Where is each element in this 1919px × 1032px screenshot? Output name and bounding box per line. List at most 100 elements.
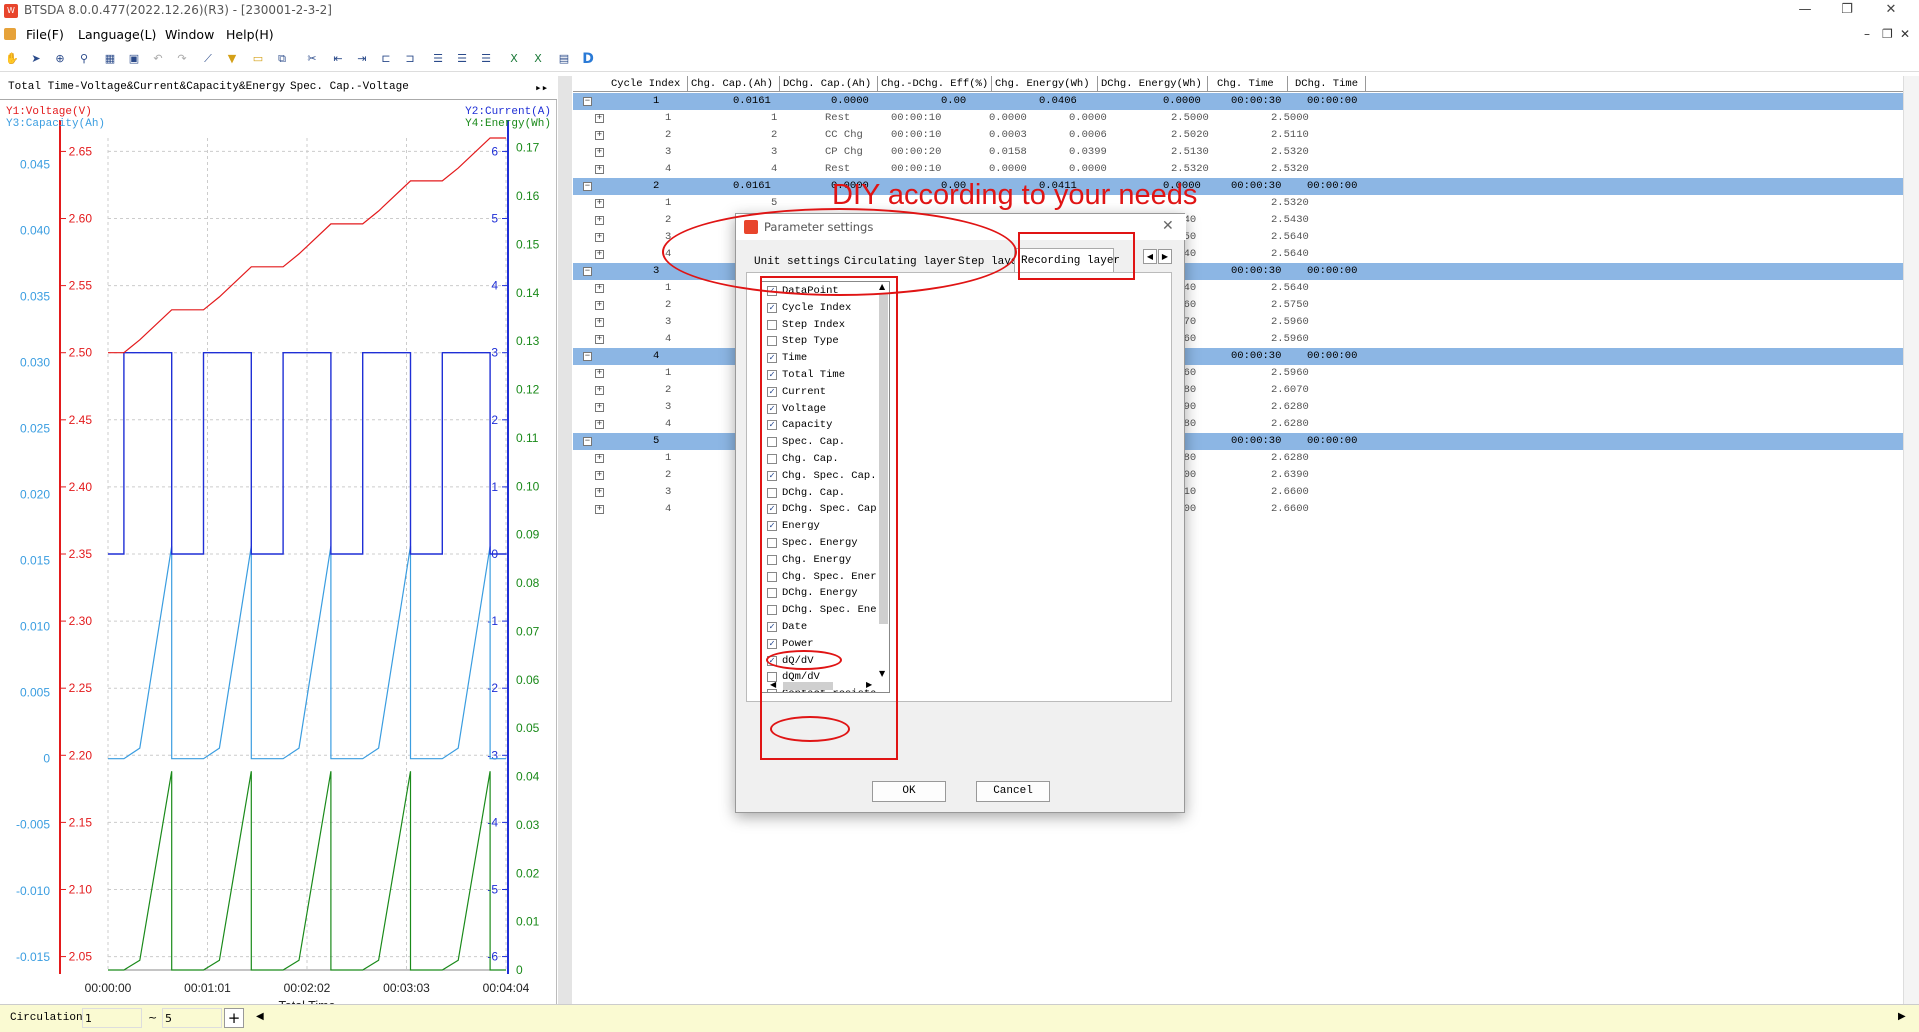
expand-icon[interactable]: + [595,471,604,480]
expand-icon[interactable]: + [595,301,604,310]
line-tool-icon[interactable]: ⟋ [200,51,216,67]
tabs-scroll-icon[interactable]: ▸▸ [535,81,548,95]
d-icon[interactable]: D [580,51,596,67]
col-chg-energy[interactable]: Chg. Energy(Wh) [995,78,1090,90]
col-cycle-index[interactable]: Cycle Index [611,78,680,90]
tab-spec-cap-voltage[interactable]: Spec. Cap.-Voltage [290,81,409,93]
cancel-button[interactable]: Cancel [976,781,1050,802]
pointer-icon[interactable]: ➤ [28,51,44,67]
y1-tick-label: 2.45 [69,413,93,427]
collapse-icon[interactable]: − [583,437,592,446]
copy-icon[interactable]: ⧉ [274,51,290,67]
expand-icon[interactable]: + [595,403,604,412]
cycle-next-icon[interactable]: ⊐ [402,51,418,67]
expand-icon[interactable]: + [595,114,604,123]
tab-scroll-left-icon[interactable]: ◀ [1143,249,1157,264]
filter-icon[interactable]: ▼ [224,51,240,67]
step-row[interactable]: +1 5 2.5320 [573,195,1919,212]
expand-icon[interactable]: + [595,318,604,327]
chart-pane: Total Time-Voltage&Current&Capacity&Ener… [0,76,557,1004]
report-icon[interactable]: ▤ [556,51,572,67]
collapse-icon[interactable]: − [583,97,592,106]
annotation-ellipse-dqdv [766,650,842,670]
expand-icon[interactable]: + [595,233,604,242]
vertical-scrollbar[interactable] [1903,76,1919,1004]
step-row[interactable]: +3 3 CP Chg 00:00:20 0.0158 0.0399 2.5130 2.532… [573,144,1919,161]
last-icon[interactable]: ⇥ [354,51,370,67]
menu-window[interactable]: Window [165,27,214,42]
cycle-row[interactable]: −2 0.0161 0.0000 0.00 0.0411 0.0000 00:00:30 00… [573,178,1919,195]
circulation-from-input[interactable]: 1 [82,1008,142,1028]
y2-tick-label: 1 [491,480,498,494]
table-icon[interactable]: ▦ [102,51,118,67]
add-icon[interactable]: + [224,1008,244,1028]
close-icon[interactable]: ✕ [1876,2,1906,17]
expand-icon[interactable]: + [595,148,604,157]
col-dchg-energy[interactable]: DChg. Energy(Wh) [1101,78,1202,90]
menu-language[interactable]: Language(L) [78,27,156,42]
expand-icon[interactable]: + [595,335,604,344]
minimize-icon[interactable]: — [1790,2,1820,17]
step-row[interactable]: +2 2 CC Chg 00:00:10 0.0003 0.0006 2.5020 2.511… [573,127,1919,144]
expand-icon[interactable]: + [595,488,604,497]
expand-icon[interactable]: + [595,386,604,395]
expand-icon[interactable]: + [595,216,604,225]
mdi-close-icon[interactable]: ✕ [1900,27,1910,41]
collapse-icon[interactable]: − [583,182,592,191]
col-chg-time[interactable]: Chg. Time [1217,78,1274,90]
excel2-icon[interactable]: X [530,51,546,67]
splitter[interactable] [558,76,572,1004]
tab-scroll-right-icon[interactable]: ▶ [1158,249,1172,264]
col-eff[interactable]: Chg.-DChg. Eff(%) [881,78,988,90]
open-folder-icon[interactable]: ▭ [250,51,266,67]
y2-tick-label: 6 [491,144,498,158]
scroll-left-icon[interactable]: ◀ [256,1011,264,1022]
mdi-restore-icon[interactable]: ❐ [1882,27,1893,41]
restore-icon[interactable]: ❐ [1832,2,1862,17]
undo-icon[interactable]: ↶ [150,51,166,67]
cycle-prev-icon[interactable]: ⊏ [378,51,394,67]
redo-icon[interactable]: ↷ [174,51,190,67]
expand-icon[interactable]: + [595,369,604,378]
list3-icon[interactable]: ☰ [478,51,494,67]
cut-icon[interactable]: ✂ [304,51,320,67]
first-icon[interactable]: ⇤ [330,51,346,67]
collapse-icon[interactable]: − [583,352,592,361]
y4-tick-label: 0.07 [516,624,540,638]
cell-dchg-time: 00:00:00 [1307,95,1358,107]
y3-tick-label: 0.045 [20,157,50,171]
expand-icon[interactable]: + [595,284,604,293]
cell-energy: 0.0000 [1069,163,1107,175]
col-dchg-time[interactable]: DChg. Time [1295,78,1358,90]
menu-file[interactable]: File(F) [26,27,64,42]
zoom-area-icon[interactable]: ⊕ [52,51,68,67]
expand-icon[interactable]: + [595,420,604,429]
layout-icon[interactable]: ▣ [126,51,142,67]
tab-time-voltage[interactable]: Total Time-Voltage&Current&Capacity&Ener… [8,81,285,93]
scroll-right-icon[interactable]: ▶ [1898,1011,1906,1022]
col-dchg-cap[interactable]: DChg. Cap.(Ah) [783,78,871,90]
expand-icon[interactable]: + [595,165,604,174]
excel-icon[interactable]: X [506,51,522,67]
collapse-icon[interactable]: − [583,267,592,276]
cell-energy: 0.0006 [1069,129,1107,141]
list-icon[interactable]: ☰ [430,51,446,67]
menu-help[interactable]: Help(H) [226,27,274,42]
hand-icon[interactable]: ✋ [4,51,20,67]
dialog-close-icon[interactable]: ✕ [1162,218,1174,234]
col-chg-cap[interactable]: Chg. Cap.(Ah) [691,78,773,90]
step-row[interactable]: +1 1 Rest 00:00:10 0.0000 0.0000 2.5000 2.5000 [573,110,1919,127]
circulation-to-input[interactable]: 5 [162,1008,222,1028]
y4-tick-label: 0.06 [516,673,540,687]
expand-icon[interactable]: + [595,131,604,140]
expand-icon[interactable]: + [595,505,604,514]
ok-button[interactable]: OK [872,781,946,802]
cycle-row[interactable]: − 1 0.0161 0.0000 0.00 0.0406 0.0000 00:00:30 00… [573,93,1919,110]
list2-icon[interactable]: ☰ [454,51,470,67]
mdi-minimize-icon[interactable]: – [1864,27,1870,41]
expand-icon[interactable]: + [595,250,604,259]
expand-icon[interactable]: + [595,454,604,463]
magnifier-icon[interactable]: ⚲ [76,51,92,67]
step-row[interactable]: +4 4 Rest 00:00:10 0.0000 0.0000 2.5320 2.5320 [573,161,1919,178]
expand-icon[interactable]: + [595,199,604,208]
